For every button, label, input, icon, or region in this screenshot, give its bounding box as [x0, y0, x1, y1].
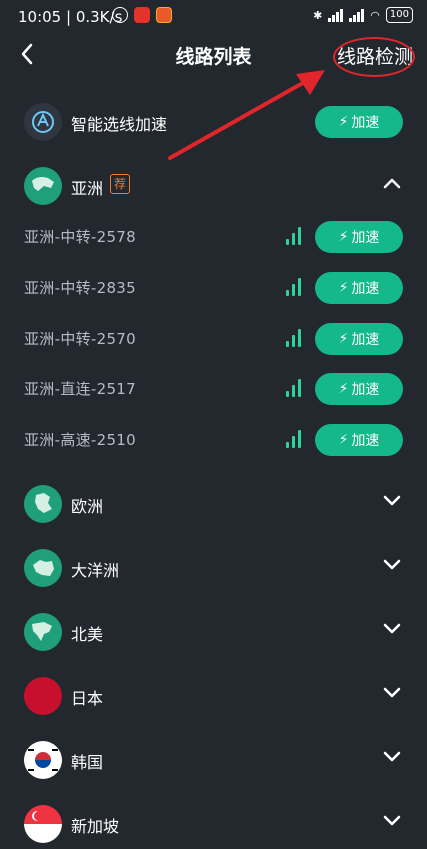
region-label: 亚洲: [71, 179, 104, 198]
japan-flag-icon: [24, 677, 62, 715]
line-row: 亚洲-直连-2517 ⚡ 加速: [0, 362, 427, 414]
signal-icon-2: [349, 8, 365, 22]
chevron-down-icon[interactable]: [383, 559, 401, 571]
smart-accelerate-button[interactable]: ⚡ 加速: [315, 106, 403, 138]
line-row: 亚洲-中转-2570 ⚡ 加速: [0, 312, 427, 364]
signal-strength-icon: [286, 377, 302, 397]
line-label: 亚洲-中转-2835: [24, 279, 136, 297]
region-label: 大洋洲: [71, 561, 120, 580]
region-row-north-america[interactable]: 北美: [0, 605, 427, 657]
annotation-circle: [333, 37, 415, 77]
signal-strength-icon: [286, 327, 302, 347]
smart-select-row: 智能选线加速 ⚡ 加速: [0, 95, 427, 147]
north-america-globe-icon: [24, 613, 62, 651]
accelerate-button[interactable]: ⚡ 加速: [315, 272, 403, 304]
signal-strength-icon: [286, 225, 302, 245]
status-app-icons: [112, 7, 172, 23]
signal-strength-icon: [286, 276, 302, 296]
chevron-up-icon[interactable]: [383, 177, 401, 189]
region-label: 北美: [71, 625, 104, 644]
recommend-tag: 荐: [110, 174, 130, 194]
app-notification-icon-2: [156, 7, 172, 23]
smart-select-label: 智能选线加速: [71, 115, 168, 134]
wifi-icon: ◠: [370, 8, 380, 22]
accelerate-button[interactable]: ⚡ 加速: [315, 424, 403, 456]
smart-select-icon: [24, 103, 62, 141]
line-row: 亚洲-中转-2835 ⚡ 加速: [0, 261, 427, 313]
bolt-icon: ⚡: [338, 432, 349, 448]
europe-globe-icon: [24, 485, 62, 523]
status-time: 10:05 | 0.3K/s: [18, 8, 123, 26]
bolt-icon: ⚡: [338, 280, 349, 296]
battery-icon: 100: [385, 7, 413, 23]
asia-globe-icon: [24, 167, 62, 205]
oceania-globe-icon: [24, 549, 62, 587]
bolt-icon: ⚡: [338, 331, 349, 347]
region-row-singapore[interactable]: 新加坡: [0, 797, 427, 849]
line-label: 亚洲-中转-2570: [24, 330, 136, 348]
bolt-icon: ⚡: [338, 381, 349, 397]
region-label: 新加坡: [71, 817, 120, 836]
line-row: 亚洲-高速-2510 ⚡ 加速: [0, 413, 427, 465]
app-notification-icon: [134, 7, 150, 23]
bolt-icon: ⚡: [338, 114, 349, 130]
line-label: 亚洲-中转-2578: [24, 228, 136, 246]
bluetooth-icon: ✱: [313, 8, 323, 22]
region-row-oceania[interactable]: 大洋洲: [0, 541, 427, 593]
chevron-down-icon[interactable]: [383, 495, 401, 507]
accelerate-button[interactable]: ⚡ 加速: [315, 373, 403, 405]
bolt-icon: ⚡: [338, 229, 349, 245]
region-row-korea[interactable]: 韩国: [0, 733, 427, 785]
region-row-asia[interactable]: 亚洲 荐: [0, 159, 427, 211]
region-label: 日本: [71, 689, 104, 708]
status-right-icons: ✱ ◠ 100: [313, 7, 413, 23]
accelerate-button[interactable]: ⚡ 加速: [315, 221, 403, 253]
chevron-down-icon[interactable]: [383, 815, 401, 827]
status-bar: 10:05 | 0.3K/s ✱ ◠ 100: [0, 0, 427, 32]
region-row-europe[interactable]: 欧洲: [0, 477, 427, 529]
region-label: 欧洲: [71, 497, 104, 516]
singapore-flag-icon: [24, 805, 62, 843]
chevron-down-icon[interactable]: [383, 751, 401, 763]
region-row-japan[interactable]: 日本: [0, 669, 427, 721]
line-label: 亚洲-高速-2510: [24, 431, 136, 449]
line-row: 亚洲-中转-2578 ⚡ 加速: [0, 210, 427, 262]
chevron-down-icon[interactable]: [383, 687, 401, 699]
accelerate-button[interactable]: ⚡ 加速: [315, 323, 403, 355]
line-label: 亚洲-直连-2517: [24, 380, 136, 398]
chevron-down-icon[interactable]: [383, 623, 401, 635]
korea-flag-icon: [24, 741, 62, 779]
signal-icon: [328, 8, 344, 22]
region-label: 韩国: [71, 753, 104, 772]
alarm-icon: [112, 7, 128, 23]
signal-strength-icon: [286, 428, 302, 448]
